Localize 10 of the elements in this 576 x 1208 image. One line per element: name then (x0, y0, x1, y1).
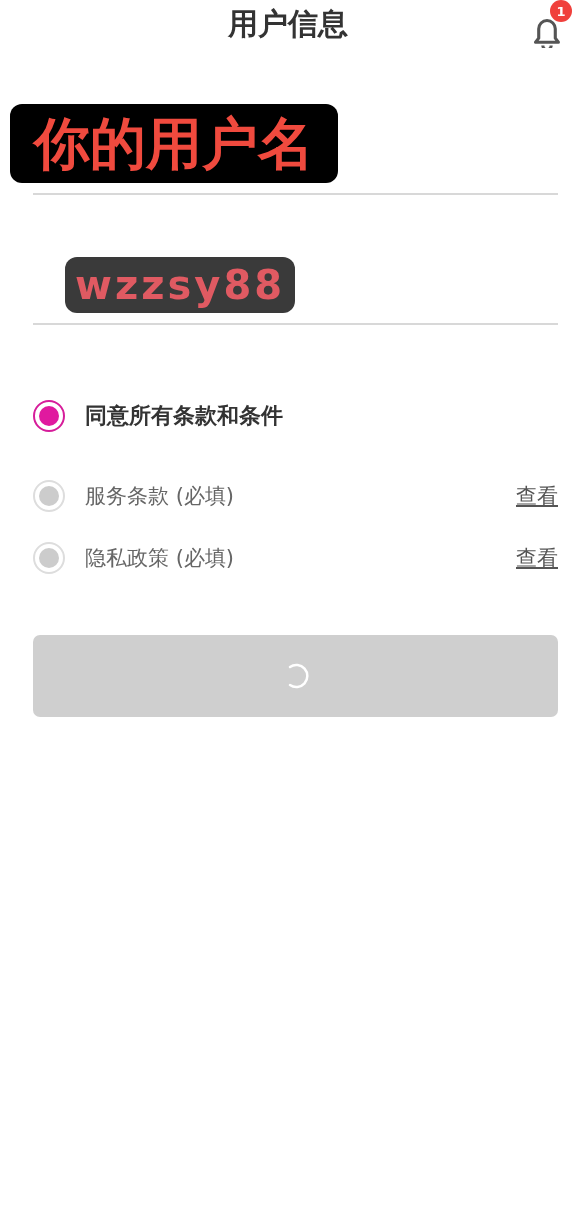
radio-button[interactable] (33, 400, 65, 433)
radio-label: 隐私政策 (必填) (85, 545, 236, 573)
field-value[interactable]: 你的用户名 (10, 104, 338, 184)
page-title: 用户信息 (228, 4, 348, 43)
view-link[interactable]: 查看 (516, 544, 558, 573)
radio-label: 同意所有条款和条件 (85, 402, 284, 431)
notification-badge: 1 (550, 0, 572, 22)
radio-label: 服务条款 (必填) (85, 483, 236, 511)
view-link[interactable]: 查看 (516, 482, 558, 511)
bell-icon[interactable] (534, 19, 560, 48)
